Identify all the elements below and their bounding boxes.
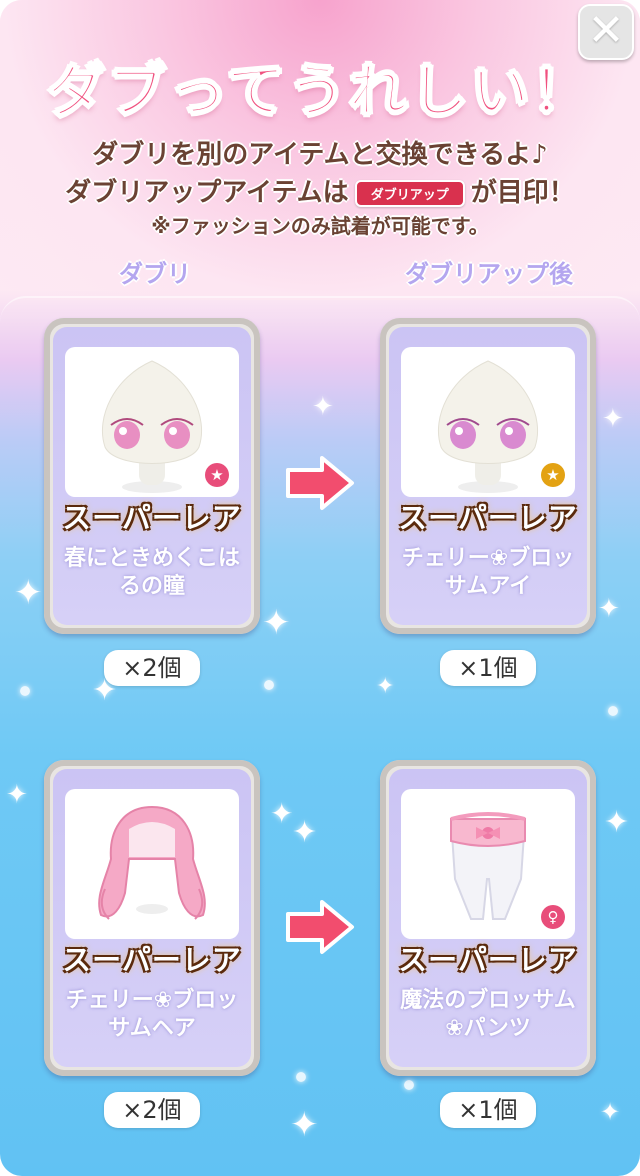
item-card-before[interactable]: スーパーレア チェリー❀ブロッサムヘア xyxy=(44,760,260,1076)
item-name: 魔法のブロッサム❀パンツ xyxy=(400,988,576,1041)
column-header-duplicate: ダブリ xyxy=(119,260,191,288)
rarity-label: スーパーレア xyxy=(389,937,587,983)
item-thumbnail: ★ xyxy=(401,347,575,497)
column-header-after-up: ダブリアップ後 xyxy=(405,260,573,288)
description-text: ダブリアップアイテムは xyxy=(65,178,349,208)
fashion-star-icon: ★ xyxy=(541,463,565,487)
exchange-dialog: ✦ ✦ ✦ ✦ ✦ ✦ ✦ ✦ ✦ ✦ ✦ ✦ ✦ ✕ ダブってうれしい！ ダブ… xyxy=(0,0,640,1176)
item-count: ×1個 xyxy=(440,1092,536,1128)
item-name: チェリー❀ブロッサムアイ xyxy=(401,546,575,599)
arrow-right-icon xyxy=(286,456,354,510)
item-card-after[interactable]: ♀ スーパーレア 魔法のブロッサム❀パンツ xyxy=(380,760,596,1076)
hair-icon xyxy=(98,805,206,920)
item-name: 春にときめくこはるの瞳 xyxy=(63,546,240,599)
item-card-after[interactable]: ★ スーパーレア チェリー❀ブロッサムアイ xyxy=(380,318,596,634)
rarity-label: スーパーレア xyxy=(53,495,251,541)
arrow-right-icon xyxy=(286,900,354,954)
description-line: ダブリアップアイテムは ダブリアップ が目印！ xyxy=(0,172,640,209)
fashion-person-icon: ♀ xyxy=(541,905,565,929)
item-count: ×1個 xyxy=(440,650,536,686)
fashion-star-icon: ★ xyxy=(205,463,229,487)
rarity-label: スーパーレア xyxy=(53,937,251,983)
item-card-before[interactable]: ★ スーパーレア 春にときめくこはるの瞳 xyxy=(44,318,260,634)
item-name: チェリー❀ブロッサムヘア xyxy=(65,988,239,1041)
item-count: ×2個 xyxy=(104,1092,200,1128)
item-thumbnail: ♀ xyxy=(401,789,575,939)
item-count: ×2個 xyxy=(104,650,200,686)
dabuli-up-badge: ダブリアップ xyxy=(354,180,465,207)
rarity-label: スーパーレア xyxy=(389,495,587,541)
description-line: ダブリを別のアイテムと交換できるよ♪ xyxy=(92,140,548,170)
dialog-title: ダブってうれしい！ xyxy=(46,56,594,126)
item-thumbnail xyxy=(65,789,239,939)
item-thumbnail: ★ xyxy=(65,347,239,497)
description-text: が目印！ xyxy=(470,178,575,208)
note-text: ※ファッションのみ試着が可能です。 xyxy=(151,214,489,238)
